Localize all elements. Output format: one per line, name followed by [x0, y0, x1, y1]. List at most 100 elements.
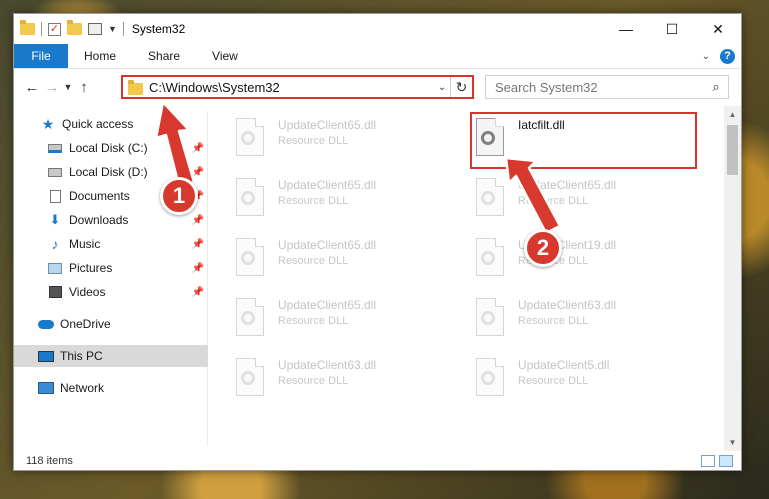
new-folder-icon[interactable]: [67, 20, 82, 35]
pin-icon: 📌: [191, 142, 204, 154]
vertical-scrollbar[interactable]: ▲ ▼: [724, 106, 741, 451]
folder-icon: [128, 79, 143, 95]
pin-icon: 📌: [191, 214, 204, 226]
nav-item-label: Downloads: [69, 213, 129, 227]
scroll-up-icon[interactable]: ▲: [724, 106, 741, 123]
item-count: 118 items: [26, 455, 73, 467]
pin-icon: 📌: [191, 262, 204, 274]
navigation-row: ← → ▼ ↑ C:\Windows\System32 ⌄ ↻ ⌕: [14, 72, 741, 102]
navigation-pane: ★ Quick access Local Disk (C:) 📌 Local D…: [14, 111, 208, 446]
nav-item-local-disk-c[interactable]: Local Disk (C:) 📌: [14, 137, 208, 159]
dll-file-icon: [232, 298, 268, 340]
help-icon[interactable]: ?: [720, 48, 735, 64]
file-type: Resource DLL: [278, 135, 349, 147]
up-arrow-icon[interactable]: ↑: [74, 79, 94, 96]
window-controls: — ☐ ✕: [603, 14, 741, 44]
downloads-icon: ⬇: [49, 212, 61, 227]
nav-item-label: Local Disk (D:): [69, 165, 148, 179]
tab-home[interactable]: Home: [68, 44, 132, 68]
ribbon-right: ⌄ ?: [702, 44, 741, 68]
quick-access-toolbar: ✓ ▼: [20, 20, 124, 36]
cloud-icon: [38, 317, 54, 331]
pin-icon: 📌: [191, 166, 204, 178]
file-item[interactable]: UpdateClient19.dll Resource DLL: [472, 234, 702, 284]
nav-item-quick-access[interactable]: ★ Quick access: [14, 113, 208, 135]
recent-locations-chevron-icon[interactable]: ▼: [62, 82, 74, 92]
address-path[interactable]: C:\Windows\System32: [149, 80, 434, 95]
file-item[interactable]: UpdateClient63.dll Resource DLL: [232, 354, 462, 404]
properties-check-icon[interactable]: ✓: [48, 22, 61, 36]
file-name: UpdateClient5.dll: [518, 358, 610, 372]
videos-icon: [47, 285, 63, 299]
dll-file-icon: [232, 178, 268, 220]
search-icon[interactable]: ⌕: [704, 79, 728, 95]
nav-item-onedrive[interactable]: OneDrive: [14, 313, 208, 335]
file-item[interactable]: UpdateClient65.dll Resource DLL: [232, 294, 462, 344]
back-arrow-icon[interactable]: ←: [22, 79, 42, 96]
explorer-window: ✓ ▼ System32 — ☐ ✕ File Home Share View …: [13, 13, 742, 471]
nav-item-label: Quick access: [62, 117, 134, 131]
file-type: Resource DLL: [518, 375, 589, 387]
star-icon: ★: [41, 115, 55, 132]
tab-share[interactable]: Share: [132, 44, 196, 68]
folder-icon: [20, 20, 35, 35]
maximize-button[interactable]: ☐: [649, 14, 695, 44]
expand-ribbon-chevron-icon[interactable]: ⌄: [702, 51, 710, 62]
view-toggle: [701, 455, 741, 467]
scroll-thumb[interactable]: [727, 125, 738, 175]
nav-item-network[interactable]: Network: [14, 377, 208, 399]
nav-item-label: OneDrive: [60, 317, 111, 331]
file-name: UpdateClient65.dll: [518, 178, 617, 192]
toolbar-divider: [41, 22, 42, 36]
drive-icon: [47, 141, 63, 155]
tab-file[interactable]: File: [14, 44, 68, 68]
search-input[interactable]: [495, 79, 704, 95]
toolbar-dropdown-icon[interactable]: ▼: [108, 24, 117, 34]
nav-item-videos[interactable]: Videos 📌: [14, 281, 208, 303]
nav-item-pictures[interactable]: Pictures 📌: [14, 257, 208, 279]
file-item[interactable]: UpdateClient65.dll Resource DLL: [232, 174, 462, 224]
nav-item-label: Network: [60, 381, 105, 395]
file-name: UpdateClient63.dll: [278, 358, 377, 372]
file-name: UpdateClient65.dll: [278, 118, 377, 132]
window-title: System32: [131, 22, 186, 36]
dll-file-icon: [472, 238, 508, 280]
file-item[interactable]: UpdateClient65.dll Resource DLL: [232, 234, 462, 284]
file-type: Resource DLL: [518, 315, 589, 327]
nav-item-label: Local Disk (C:): [69, 141, 148, 155]
minimize-button[interactable]: —: [603, 14, 649, 44]
address-dropdown-icon[interactable]: ⌄: [434, 82, 450, 93]
annotation-marker-1: 1: [160, 177, 198, 215]
dll-file-icon: [472, 178, 508, 220]
customize-toolbar-icon[interactable]: [88, 23, 102, 35]
highlight-box-file: [470, 112, 697, 169]
pin-icon: 📌: [191, 238, 204, 250]
toolbar-divider: [122, 22, 124, 36]
tiles-view-icon[interactable]: [719, 455, 733, 467]
refresh-icon[interactable]: ↻: [450, 77, 472, 97]
nav-item-label: Music: [69, 237, 101, 251]
nav-item-music[interactable]: ♪ Music 📌: [14, 233, 208, 255]
search-box[interactable]: ⌕: [485, 75, 729, 99]
close-button[interactable]: ✕: [695, 14, 741, 44]
file-item[interactable]: UpdateClient65.dll Resource DLL: [232, 114, 462, 164]
file-item[interactable]: UpdateClient65.dll Resource DLL: [472, 174, 702, 224]
ribbon-tabs: File Home Share View ⌄ ?: [14, 44, 741, 69]
file-name: UpdateClient65.dll: [278, 298, 377, 312]
dll-file-icon: [472, 358, 508, 400]
tab-view[interactable]: View: [196, 44, 254, 68]
file-item[interactable]: UpdateClient63.dll Resource DLL: [472, 294, 702, 344]
dll-file-icon: [232, 358, 268, 400]
nav-item-this-pc[interactable]: This PC: [14, 345, 208, 367]
music-icon: ♪: [51, 236, 59, 252]
scroll-down-icon[interactable]: ▼: [724, 434, 741, 451]
forward-arrow-icon[interactable]: →: [42, 79, 62, 96]
file-name: UpdateClient65.dll: [278, 238, 377, 252]
pictures-icon: [47, 261, 63, 275]
address-bar[interactable]: C:\Windows\System32 ⌄ ↻: [121, 75, 474, 99]
file-item[interactable]: UpdateClient5.dll Resource DLL: [472, 354, 702, 404]
file-type: Resource DLL: [278, 315, 349, 327]
dll-file-icon: [232, 118, 268, 160]
details-view-icon[interactable]: [701, 455, 715, 467]
documents-icon: [47, 189, 63, 203]
